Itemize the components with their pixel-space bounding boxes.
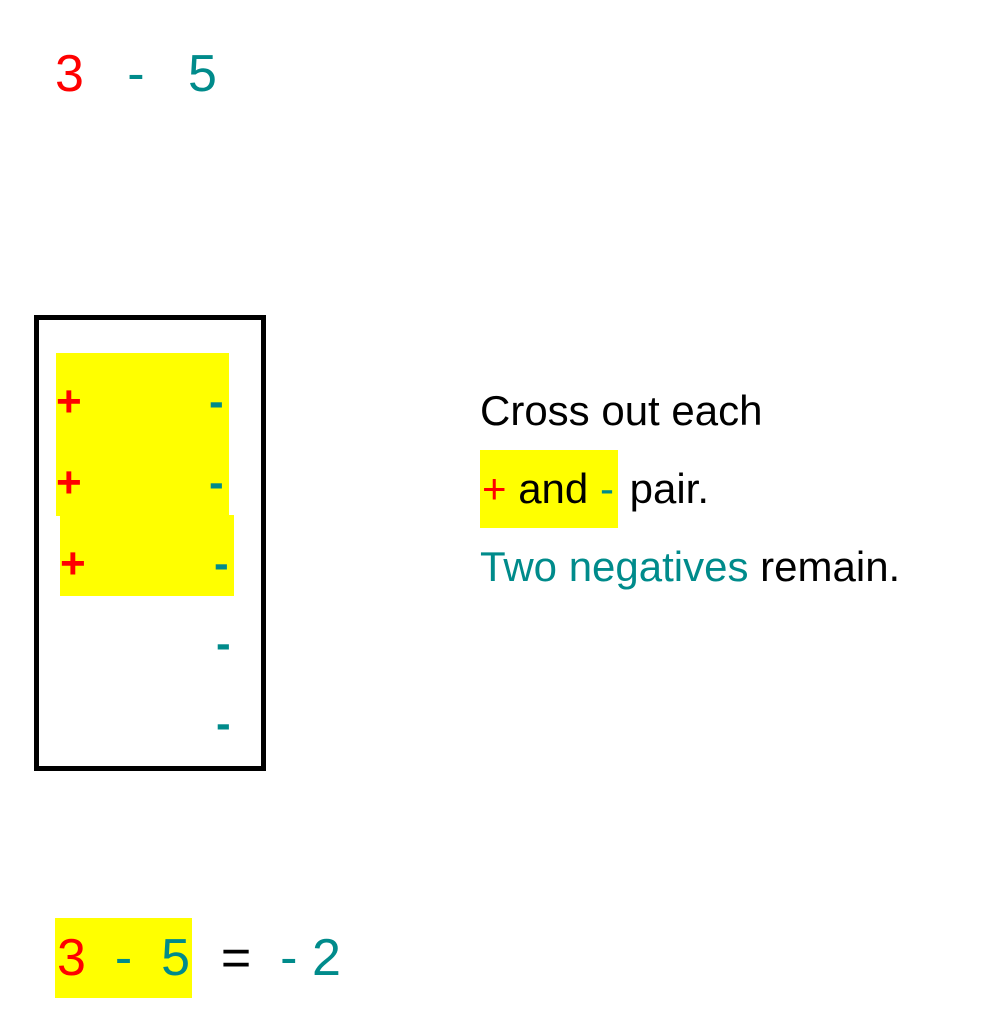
pair-text: pair. bbox=[617, 465, 710, 512]
pair-highlight-1 bbox=[56, 353, 229, 435]
negative-counter-3: - bbox=[214, 539, 229, 588]
negative-counter-2: - bbox=[209, 458, 224, 507]
pair-highlight-3 bbox=[60, 515, 234, 596]
remaining-negative-counter-2: - bbox=[216, 699, 231, 748]
bottom-operator: - bbox=[114, 929, 133, 987]
remaining-negative-counter-1: - bbox=[216, 619, 231, 668]
bottom-equation: 3 - 5 = - 2 bbox=[55, 918, 341, 998]
positive-counter-3: + bbox=[60, 539, 86, 588]
result-value: 2 bbox=[311, 929, 341, 987]
positive-counter-1: + bbox=[56, 377, 82, 426]
bottom-right-operand: 5 bbox=[161, 929, 190, 987]
and-text: and bbox=[506, 465, 600, 512]
result-sign: - bbox=[280, 929, 298, 987]
instructions: Cross out each + and - pair. Two negativ… bbox=[480, 372, 900, 606]
negative-counter-1: - bbox=[209, 377, 224, 426]
counter-box: + - + - + - - - bbox=[34, 315, 266, 771]
instruction-line-2: + and - pair. bbox=[480, 450, 900, 528]
equation-highlight: 3 - 5 bbox=[55, 918, 192, 998]
top-expression: 3 - 5 bbox=[55, 44, 217, 104]
instruction-line-3: Two negatives remain. bbox=[480, 528, 900, 606]
positive-counter-2: + bbox=[56, 458, 82, 507]
plus-sign: + bbox=[482, 465, 507, 512]
top-right-operand: 5 bbox=[187, 45, 217, 103]
pair-highlight: + and - bbox=[480, 450, 618, 528]
bottom-left-operand: 3 bbox=[57, 929, 86, 987]
instruction-line-1: Cross out each bbox=[480, 387, 763, 434]
remain-text: remain. bbox=[748, 543, 901, 590]
two-negatives-text: Two negatives bbox=[480, 543, 749, 590]
pair-highlight-2 bbox=[56, 434, 229, 516]
equals-sign: = bbox=[220, 929, 252, 987]
top-operator: - bbox=[127, 45, 145, 103]
top-left-operand: 3 bbox=[55, 45, 84, 103]
minus-sign: - bbox=[599, 465, 614, 512]
